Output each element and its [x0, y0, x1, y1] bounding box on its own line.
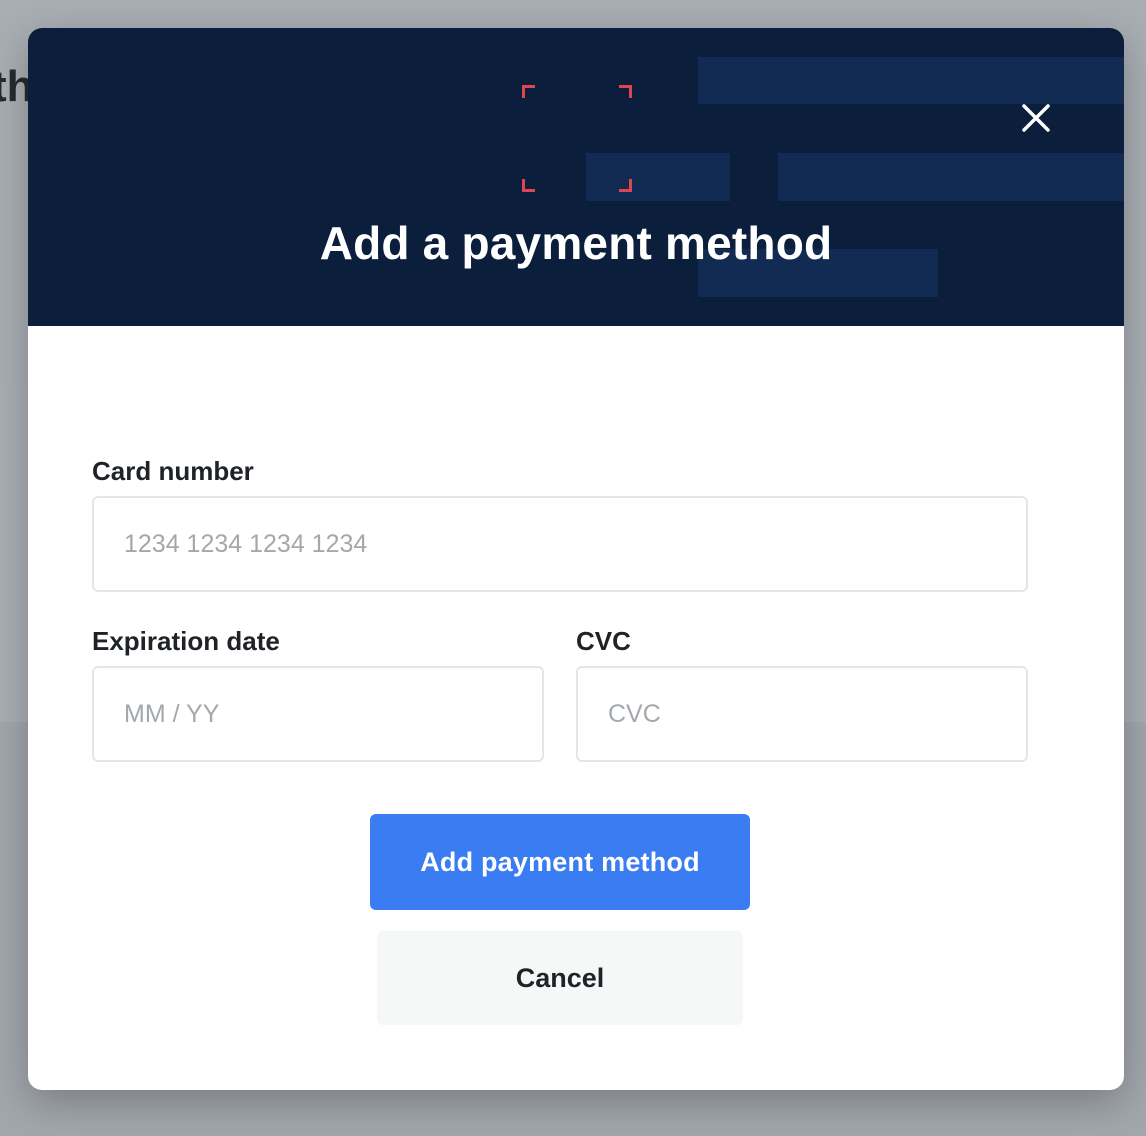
header-decoration-bar: [586, 153, 730, 201]
scan-frame-corner: [522, 179, 535, 192]
cvc-input[interactable]: [576, 666, 1028, 762]
scan-frame-corner: [619, 85, 632, 98]
payment-method-modal: Add a payment method Card number Expirat…: [28, 28, 1124, 1090]
scan-frame-corner: [619, 179, 632, 192]
card-number-input[interactable]: [92, 496, 1028, 592]
card-number-label: Card number: [92, 456, 254, 486]
header-decoration-bar: [698, 57, 1124, 104]
close-button[interactable]: [1016, 98, 1056, 138]
close-icon: [1022, 104, 1050, 132]
modal-header: Add a payment method: [28, 28, 1124, 326]
header-decoration-bar: [778, 153, 1124, 201]
add-payment-method-button[interactable]: Add payment method: [370, 814, 750, 910]
expiration-date-label: Expiration date: [92, 626, 280, 656]
expiration-date-input[interactable]: [92, 666, 544, 762]
cvc-label: CVC: [576, 626, 631, 656]
scan-frame-corner: [522, 85, 535, 98]
modal-title: Add a payment method: [319, 217, 833, 269]
cancel-button[interactable]: Cancel: [377, 931, 743, 1025]
